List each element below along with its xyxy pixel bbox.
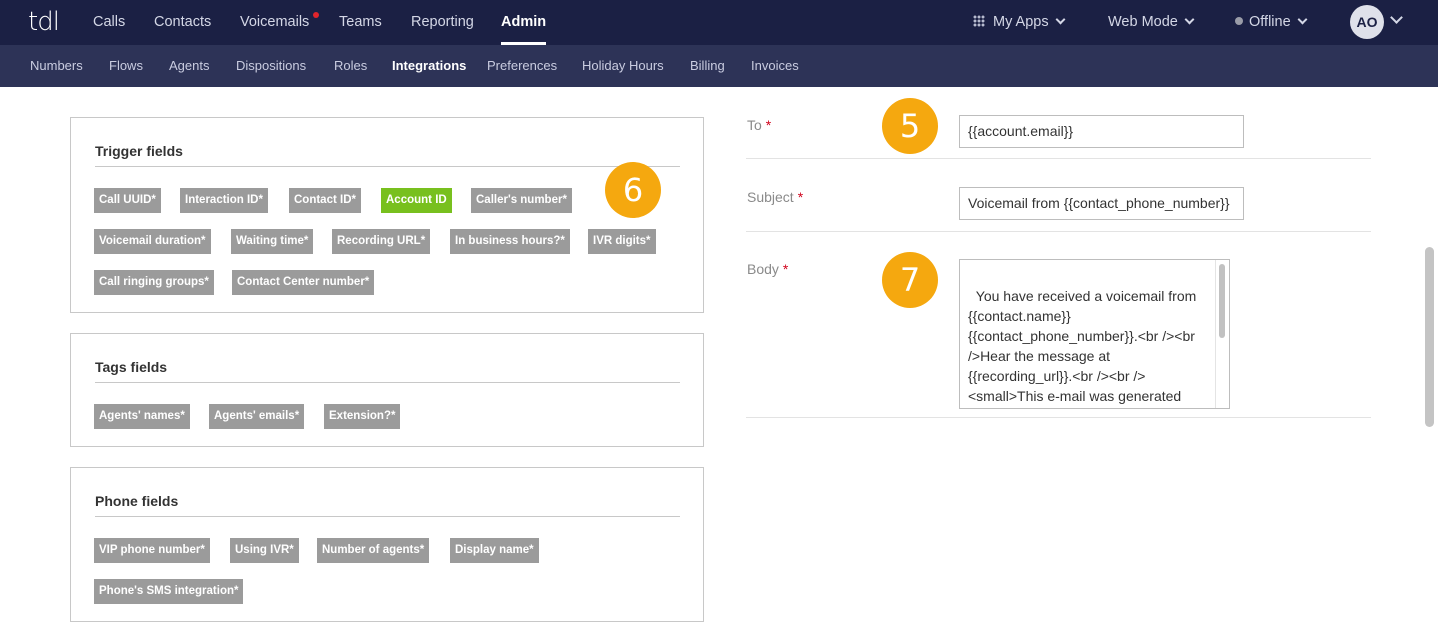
subnav-dispositions[interactable]: Dispositions [236, 45, 306, 87]
tag-vip-phone-number[interactable]: VIP phone number* [94, 538, 210, 563]
talkdesk-logo[interactable]: tdl [28, 7, 60, 37]
divider [95, 516, 680, 517]
divider [746, 417, 1371, 418]
nav-voicemails[interactable]: Voicemails [240, 0, 309, 45]
subnav-numbers[interactable]: Numbers [30, 45, 83, 87]
tag-in-business-hours[interactable]: In business hours?* [450, 229, 570, 254]
tag-phones-sms-integration[interactable]: Phone's SMS integration* [94, 579, 244, 604]
chevron-down-icon [1184, 14, 1195, 25]
web-mode-label: Web Mode [1108, 14, 1178, 30]
tags-fields-title: Tags fields [95, 359, 168, 375]
web-mode-menu[interactable]: Web Mode [1108, 0, 1195, 45]
subnav-roles[interactable]: Roles [334, 45, 367, 87]
divider [746, 231, 1371, 232]
nav-admin-label: Admin [501, 14, 547, 30]
textarea-scroll-track [1215, 260, 1216, 408]
top-nav: tdl Calls Contacts Voicemails Teams Repo… [0, 0, 1438, 45]
status-menu[interactable]: Offline [1235, 0, 1308, 45]
tag-number-of-agents[interactable]: Number of agents* [317, 538, 430, 563]
tag-agents-emails[interactable]: Agents' emails* [209, 404, 305, 429]
subnav-billing[interactable]: Billing [690, 45, 725, 87]
account-chevron-down-icon[interactable] [1390, 11, 1403, 24]
divider [95, 166, 680, 167]
tag-interaction-id[interactable]: Interaction ID* [180, 188, 268, 213]
nav-admin[interactable]: Admin [501, 0, 547, 45]
tag-callers-number[interactable]: Caller's number* [471, 188, 572, 213]
admin-sub-nav: Numbers Flows Agents Dispositions Roles … [0, 45, 1438, 87]
subnav-invoices[interactable]: Invoices [751, 45, 799, 87]
phone-fields-title: Phone fields [95, 493, 179, 509]
subnav-flows[interactable]: Flows [109, 45, 143, 87]
step-badge-6: 6 [605, 162, 661, 218]
trigger-fields-panel: Trigger fields Call UUID* Interaction ID… [70, 117, 704, 313]
divider [95, 382, 680, 383]
divider [746, 158, 1371, 159]
tag-voicemail-duration[interactable]: Voicemail duration* [94, 229, 211, 254]
nav-contacts[interactable]: Contacts [154, 0, 211, 45]
tag-waiting-time[interactable]: Waiting time* [231, 229, 314, 254]
step-badge-7: 7 [882, 252, 938, 308]
apps-grid-icon [973, 15, 985, 27]
tags-fields-panel: Tags fields Agents' names* Agents' email… [70, 333, 704, 447]
subject-input[interactable]: Voicemail from {{contact_phone_number}} [959, 187, 1244, 220]
tag-contact-id[interactable]: Contact ID* [289, 188, 361, 213]
avatar[interactable]: AO [1350, 5, 1384, 39]
tag-extension[interactable]: Extension?* [324, 404, 401, 429]
tag-ivr-digits[interactable]: IVR digits* [588, 229, 656, 254]
step-badge-5: 5 [882, 98, 938, 154]
trigger-fields-title: Trigger fields [95, 143, 183, 159]
required-marker: * [797, 189, 804, 205]
required-marker: * [782, 261, 789, 277]
my-apps-label: My Apps [993, 14, 1049, 30]
to-input[interactable]: {{account.email}} [959, 115, 1244, 148]
subnav-preferences[interactable]: Preferences [487, 45, 557, 87]
chevron-down-icon [1055, 14, 1066, 25]
subject-label: Subject * [747, 189, 804, 205]
nav-calls[interactable]: Calls [93, 0, 125, 45]
textarea-scrollbar[interactable] [1219, 264, 1225, 338]
subnav-integrations[interactable]: Integrations [392, 45, 466, 87]
nav-reporting[interactable]: Reporting [411, 0, 474, 45]
voicemail-notification-dot [313, 12, 319, 18]
body-label: Body * [747, 261, 789, 277]
tag-recording-url[interactable]: Recording URL* [332, 229, 431, 254]
phone-fields-panel: Phone fields VIP phone number* Using IVR… [70, 467, 704, 622]
subnav-agents[interactable]: Agents [169, 45, 209, 87]
tag-call-uuid[interactable]: Call UUID* [94, 188, 161, 213]
tag-contact-center-number[interactable]: Contact Center number* [232, 270, 375, 295]
tag-using-ivr[interactable]: Using IVR* [230, 538, 299, 563]
to-label: To * [747, 117, 772, 133]
tag-account-id[interactable]: Account ID [381, 188, 452, 213]
status-label: Offline [1249, 14, 1291, 30]
tag-agents-names[interactable]: Agents' names* [94, 404, 190, 429]
chevron-down-icon [1297, 14, 1308, 25]
required-marker: * [765, 117, 772, 133]
tag-call-ringing-groups[interactable]: Call ringing groups* [94, 270, 214, 295]
nav-teams[interactable]: Teams [339, 0, 382, 45]
tag-display-name[interactable]: Display name* [450, 538, 539, 563]
subnav-holiday-hours[interactable]: Holiday Hours [582, 45, 664, 87]
status-dot-icon [1235, 17, 1243, 25]
my-apps-menu[interactable]: My Apps [973, 0, 1066, 45]
body-textarea[interactable]: You have received a voicemail from {{con… [959, 259, 1230, 409]
page-scrollbar[interactable] [1425, 247, 1434, 427]
body-text: You have received a voicemail from {{con… [968, 288, 1197, 404]
